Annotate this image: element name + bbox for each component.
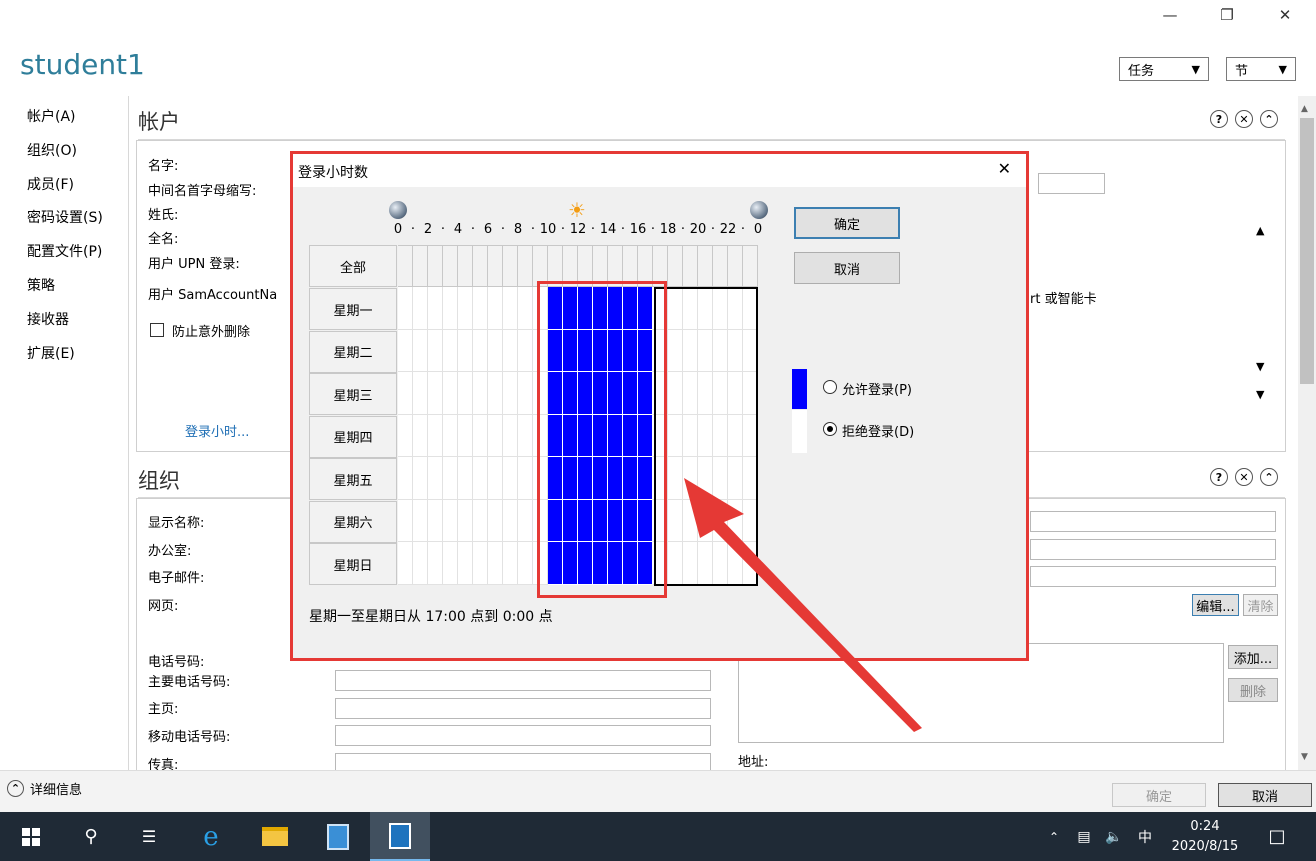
chevron-down-icon: ▼ <box>1191 62 1200 76</box>
ad-admin-center-icon[interactable] <box>370 812 430 861</box>
details-label[interactable]: 详细信息 <box>30 779 82 798</box>
org-section-title: 组织 <box>138 469 180 493</box>
clock[interactable]: 0:24 2020/8/15 <box>1160 812 1250 861</box>
smartcard-text: rt 或智能卡 <box>1030 292 1097 307</box>
windows-start-icon[interactable] <box>0 812 62 861</box>
notification-icon[interactable]: □ <box>1262 812 1292 861</box>
home-input[interactable] <box>335 698 711 719</box>
main-phone-label: 主要电话号码: <box>148 675 231 690</box>
annotation-box <box>537 281 667 598</box>
volume-muted-icon[interactable]: 🔈 <box>1100 812 1128 861</box>
display-name-input[interactable] <box>1030 511 1276 532</box>
restore-icon[interactable]: ❐ <box>1204 0 1250 30</box>
account-section-title: 帐户 <box>138 110 180 134</box>
details-expand-icon[interactable]: ⌃ <box>7 780 24 797</box>
nav-item-profile[interactable]: 配置文件(P) <box>27 241 102 261</box>
nav-item-members[interactable]: 成员(F) <box>27 174 74 194</box>
minimize-icon[interactable]: — <box>1147 0 1193 30</box>
initials-label: 中间名首字母缩写: <box>148 184 257 199</box>
home-label: 主页: <box>148 702 179 717</box>
nav-item-account[interactable]: 帐户(A) <box>27 106 76 126</box>
edit-button[interactable]: 编辑... <box>1192 594 1239 616</box>
mobile-input[interactable] <box>335 725 711 746</box>
sections-label: 节 <box>1235 63 1249 79</box>
annotation-arrow <box>684 478 922 732</box>
help-icon[interactable]: ? <box>1210 468 1228 486</box>
sam-label: 用户 SamAccountNa <box>148 288 278 303</box>
full-name-label: 全名: <box>148 232 179 247</box>
add-button[interactable]: 添加... <box>1228 645 1278 669</box>
office-label: 办公室: <box>148 544 192 559</box>
clock-date: 2020/8/15 <box>1171 838 1239 854</box>
chevron-down-icon: ▼ <box>1278 62 1287 76</box>
email-label: 电子邮件: <box>148 571 205 586</box>
window-title: student1 <box>20 48 145 81</box>
upn-label: 用户 UPN 登录: <box>148 257 240 272</box>
tasks-label: 任务 <box>1128 63 1155 79</box>
ime-indicator[interactable]: 中 <box>1133 812 1157 861</box>
sections-dropdown[interactable]: 节 ▼ <box>1226 57 1296 81</box>
nav-item-extensions[interactable]: 扩展(E) <box>27 343 75 363</box>
mobile-label: 移动电话号码: <box>148 730 231 745</box>
close-section-icon[interactable]: ✕ <box>1235 468 1253 486</box>
scroll-thumb[interactable] <box>1300 118 1314 384</box>
collapse-icon[interactable]: ⌃ <box>1260 468 1278 486</box>
protect-checkbox[interactable] <box>150 323 164 337</box>
footer-cancel-button[interactable]: 取消 <box>1218 783 1312 807</box>
expand-up-icon[interactable]: ▲ <box>1256 224 1264 237</box>
first-name-label: 名字: <box>148 159 179 174</box>
clock-time: 0:24 <box>1190 818 1220 834</box>
close-section-icon[interactable]: ✕ <box>1235 110 1253 128</box>
left-nav: 帐户(A) 组织(O) 成员(F) 密码设置(S) 配置文件(P) 策略 接收器… <box>0 96 128 770</box>
main-phone-input[interactable] <box>335 670 711 691</box>
protect-label: 防止意外删除 <box>172 325 251 340</box>
footer-ok-button[interactable]: 确定 <box>1112 783 1206 807</box>
task-view-icon[interactable]: ☰ <box>120 812 178 861</box>
address-label: 地址: <box>738 755 769 770</box>
collapse-icon[interactable]: ⌃ <box>1260 110 1278 128</box>
server-manager-icon[interactable] <box>309 812 367 861</box>
chevron-up-icon[interactable]: ⌃ <box>1043 812 1065 861</box>
scroll-up-icon[interactable]: ▲ <box>1301 104 1308 114</box>
scroll-down-icon[interactable]: ▼ <box>1301 752 1308 762</box>
email-input[interactable] <box>1030 566 1276 587</box>
phone-label: 电话号码: <box>148 655 205 670</box>
nav-item-password[interactable]: 密码设置(S) <box>27 207 103 227</box>
office-input[interactable] <box>1030 539 1276 560</box>
display-name-label: 显示名称: <box>148 516 205 531</box>
close-icon[interactable]: ✕ <box>1262 0 1308 30</box>
search-icon[interactable]: ⚲ <box>62 812 120 861</box>
nav-item-policy[interactable]: 策略 <box>27 275 55 295</box>
last-name-label: 姓氏: <box>148 208 179 223</box>
webpage-label: 网页: <box>148 599 179 614</box>
nav-divider <box>128 96 129 770</box>
ie-icon[interactable]: e <box>182 812 240 861</box>
initials-input[interactable] <box>1038 173 1105 194</box>
clear-button[interactable]: 清除 <box>1243 594 1278 616</box>
logon-hours-link[interactable]: 登录小时... <box>185 421 249 440</box>
scrollbar[interactable]: ▲ ▼ <box>1298 96 1316 770</box>
chevron-down-icon[interactable]: ▼ <box>1256 388 1264 401</box>
tasks-dropdown[interactable]: 任务 ▼ <box>1119 57 1209 81</box>
remove-button[interactable]: 删除 <box>1228 678 1278 702</box>
file-explorer-icon[interactable] <box>246 812 304 861</box>
network-icon[interactable]: ▤ <box>1072 812 1096 861</box>
help-icon[interactable]: ? <box>1210 110 1228 128</box>
nav-item-org[interactable]: 组织(O) <box>27 140 77 160</box>
nav-item-receiver[interactable]: 接收器 <box>27 309 69 329</box>
chevron-down-icon[interactable]: ▼ <box>1256 360 1264 373</box>
